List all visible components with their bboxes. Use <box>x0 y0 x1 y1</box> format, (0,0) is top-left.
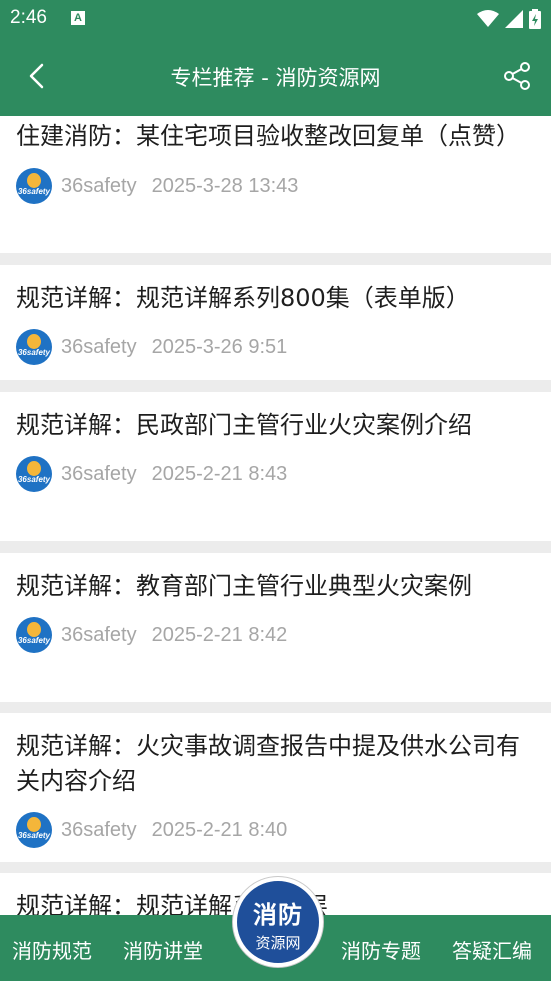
article-date: 2025-3-26 9:51 <box>151 335 288 358</box>
status-time: 2:46 <box>10 7 47 28</box>
page-title: 专栏推荐 - 消防资源网 <box>170 66 381 90</box>
nav-item-fire-codes[interactable]: 消防规范 <box>12 935 92 964</box>
article-card[interactable]: 规范详解：教育部门主管行业典型火灾案例 36safety 36safety 20… <box>0 553 551 702</box>
article-list: 住建消防：某住宅项目验收整改回复单（点赞） 36safety 36safety … <box>0 116 551 915</box>
share-icon[interactable] <box>501 60 533 92</box>
nav-item-qa-collection[interactable]: 答疑汇编 <box>452 935 532 964</box>
article-date: 2025-2-21 8:42 <box>151 623 288 646</box>
app-bar: 专栏推荐 - 消防资源网 <box>0 36 551 116</box>
article-date: 2025-3-28 13:43 <box>151 174 299 197</box>
article-meta: 36safety 36safety 2025-3-26 9:51 <box>16 329 535 365</box>
author-avatar: 36safety <box>16 456 52 492</box>
status-bar: 2:46 A <box>0 0 551 36</box>
article-card[interactable]: 住建消防：某住宅项目验收整改回复单（点赞） 36safety 36safety … <box>0 116 551 253</box>
cell-signal-icon <box>505 10 523 28</box>
article-title[interactable]: 规范详解：火灾事故调查报告中提及供水公司有关内容介绍 <box>16 729 535 799</box>
battery-icon <box>529 9 541 29</box>
accessibility-notification-icon: A <box>71 11 85 25</box>
author-avatar: 36safety <box>16 617 52 653</box>
article-date: 2025-2-21 8:40 <box>151 818 288 841</box>
article-card[interactable]: 规范详解：火灾事故调查报告中提及供水公司有关内容介绍 36safety 36sa… <box>0 713 551 862</box>
article-author: 36safety <box>61 174 137 197</box>
article-title[interactable]: 住建消防：某住宅项目验收整改回复单（点赞） <box>16 119 535 154</box>
article-title[interactable]: 规范详解：民政部门主管行业火灾案例介绍 <box>16 408 535 443</box>
article-card[interactable]: 规范详解：民政部门主管行业火灾案例介绍 36safety 36safety 20… <box>0 392 551 541</box>
author-avatar: 36safety <box>16 168 52 204</box>
article-meta: 36safety 36safety 2025-2-21 8:43 <box>16 456 535 492</box>
article-title[interactable]: 规范详解：教育部门主管行业典型火灾案例 <box>16 569 535 604</box>
author-avatar: 36safety <box>16 329 52 365</box>
article-date: 2025-2-21 8:43 <box>151 462 288 485</box>
wifi-icon <box>477 10 499 27</box>
center-button-line1: 消防 <box>253 901 303 929</box>
article-author: 36safety <box>61 623 137 646</box>
nav-item-fire-lectures[interactable]: 消防讲堂 <box>123 935 203 964</box>
status-icons <box>477 9 541 29</box>
center-home-button[interactable]: 消防 资源网 <box>233 877 323 967</box>
author-avatar: 36safety <box>16 812 52 848</box>
article-author: 36safety <box>61 462 137 485</box>
article-author: 36safety <box>61 335 137 358</box>
nav-item-fire-topics[interactable]: 消防专题 <box>341 935 421 964</box>
article-meta: 36safety 36safety 2025-2-21 8:42 <box>16 617 535 653</box>
article-meta: 36safety 36safety 2025-3-28 13:43 <box>16 168 535 204</box>
article-author: 36safety <box>61 818 137 841</box>
article-title[interactable]: 规范详解：规范详解系列800集（表单版） <box>16 281 535 316</box>
center-button-line2: 资源网 <box>255 934 301 952</box>
article-card[interactable]: 规范详解：规范详解系列800集（表单版） 36safety 36safety 2… <box>0 265 551 380</box>
article-meta: 36safety 36safety 2025-2-21 8:40 <box>16 812 535 848</box>
